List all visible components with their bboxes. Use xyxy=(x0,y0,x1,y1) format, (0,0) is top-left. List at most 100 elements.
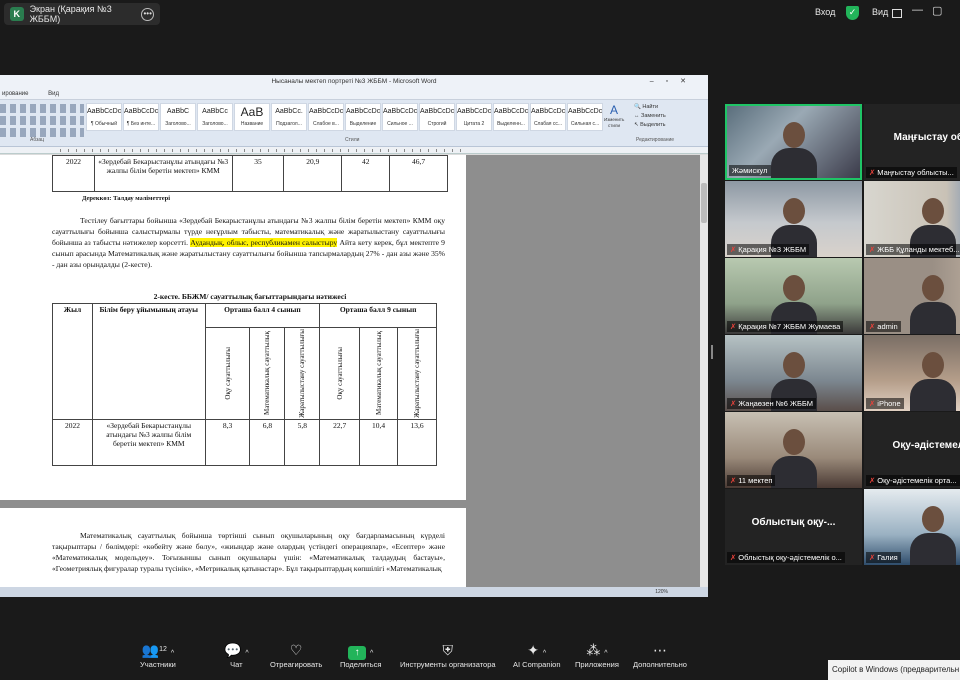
participant-name: Қарақия №3 ЖББМ xyxy=(738,245,807,254)
share-button[interactable]: ↑ ^ Поделиться xyxy=(340,640,381,669)
find-button[interactable]: 🔍 Найти xyxy=(634,103,666,112)
word-ribbon: AaBbCcDc ¶ Обычный AaBbCcDc ¶ Без инте... Aa… xyxy=(0,100,708,147)
more-dots-icon[interactable]: ••• xyxy=(141,7,155,21)
style-option[interactable]: AaBbCc Заголово... xyxy=(197,103,233,131)
heart-icon: ♡ xyxy=(289,642,303,658)
apps-button[interactable]: ⁂ ^ Приложения xyxy=(575,640,619,669)
participant-name-tag: ✗ Жаңаөзен №6 ЖББМ xyxy=(727,398,817,409)
enter-button[interactable]: Вход xyxy=(815,7,835,17)
paragraph-1: Тестілеу бағыттары бойынша «Зердебай Бек… xyxy=(52,216,445,269)
style-sample: AaBbCcDc xyxy=(531,108,566,115)
style-option[interactable]: AaBbCcDc Цитата 2 xyxy=(456,103,492,131)
word-window-controls[interactable]: –▫✕ xyxy=(650,75,698,89)
style-option[interactable]: AaBbCcDc ¶ Без инте... xyxy=(123,103,159,131)
vertical-scrollbar[interactable] xyxy=(700,155,708,587)
styles-gallery: AaBbCcDc ¶ Обычный AaBbCcDc ¶ Без инте... Aa… xyxy=(86,103,604,131)
style-option[interactable]: AaBbCcDc Сильное ... xyxy=(382,103,418,131)
person-body xyxy=(909,533,956,565)
maximize-icon[interactable]: ▢ xyxy=(932,4,942,17)
ai-companion-button[interactable]: ✦ ^ AI Companion xyxy=(513,640,561,669)
change-styles-button[interactable]: A Изменить стили xyxy=(604,103,624,131)
participant-tile[interactable]: ✗ Жаңаөзен №6 ЖББМ xyxy=(725,335,862,411)
participant-tile[interactable]: ✗ admin xyxy=(864,258,960,334)
participant-name-tag: ✗ iPhone xyxy=(866,398,904,409)
style-name: Слабая сс... xyxy=(533,121,563,127)
participant-tile[interactable]: Жәмискул xyxy=(725,104,862,180)
style-option[interactable]: AaBbCcDc Сильная с... xyxy=(567,103,603,131)
host-tools-button[interactable]: ⛨ Инструменты организатора xyxy=(400,640,496,669)
style-option[interactable]: AaBbC Заголово... xyxy=(160,103,196,131)
style-sample: AaBbCcDc xyxy=(87,108,122,115)
style-name: Заголово... xyxy=(165,121,191,127)
participants-button[interactable]: 👥12 ^ Участники xyxy=(140,640,176,669)
style-option[interactable]: AaB Название xyxy=(234,103,270,131)
muted-mic-icon: ✗ xyxy=(869,168,876,177)
style-option[interactable]: AaBbCcDc Слабая сс... xyxy=(530,103,566,131)
minimize-icon[interactable]: — xyxy=(912,4,923,16)
style-name: Подзагол... xyxy=(276,121,302,127)
screen-share-indicator[interactable]: K Экран (Қарақия №3 ЖББМ) ••• xyxy=(4,3,160,25)
person-body xyxy=(770,456,817,488)
participant-name-tag: ✗ 11 мектеп xyxy=(727,475,776,486)
select-button[interactable]: ↖ Выделить xyxy=(634,121,666,130)
table1-school: «Зердебай Бекарыстанұлы атындағы №3 жалп… xyxy=(93,155,233,192)
panel-resize-handle[interactable] xyxy=(711,345,713,359)
scroll-thumb[interactable] xyxy=(701,183,707,223)
person-head xyxy=(782,274,805,301)
person-head xyxy=(921,197,944,224)
apps-icon: ⁂ ^ xyxy=(586,642,608,658)
style-option[interactable]: AaBbCcDc Строгий xyxy=(419,103,455,131)
person-body xyxy=(909,302,956,334)
style-option[interactable]: AaBbCcDc Выделенн... xyxy=(493,103,529,131)
person-head xyxy=(921,274,944,301)
participant-tile[interactable]: Облыстық оқу-... ✗ Облыстық оқу-әдістемелі… xyxy=(725,489,862,565)
word-ribbon-tabs: ированиe Вид xyxy=(0,89,708,100)
style-sample: AaBbCcDc xyxy=(383,108,418,115)
style-name: Цитата 2 xyxy=(463,121,485,127)
document-page-2: Математикалық сауаттылық бойынша төртінш… xyxy=(0,508,466,587)
style-name: Выделенн... xyxy=(497,121,525,127)
view-button[interactable]: Вид xyxy=(872,7,888,17)
style-option[interactable]: AaBbCc. Подзагол... xyxy=(271,103,307,131)
participant-tile[interactable]: ✗ ЖББ Құланды мектеб... xyxy=(864,181,960,257)
participant-tile[interactable]: ✗ 11 мектеп xyxy=(725,412,862,488)
participant-name-tag: ✗ Облыстық оқу-әдістемелік о... xyxy=(727,552,845,563)
participant-name: Қарақия №7 ЖББМ Жумаева xyxy=(738,322,841,331)
style-name: Сильное ... xyxy=(387,121,413,127)
style-sample: AaBbCcDc xyxy=(457,108,492,115)
participant-name-tag: ✗ ЖББ Құланды мектеб... xyxy=(866,244,960,255)
participant-name: admin xyxy=(877,322,898,331)
person-body xyxy=(909,379,956,411)
participant-tile[interactable]: ✗ iPhone xyxy=(864,335,960,411)
style-option[interactable]: AaBbCcDc Слабое в... xyxy=(308,103,344,131)
zoom-level[interactable]: 120% xyxy=(655,589,668,595)
document-page: 2022 «Зердебай Бекарыстанұлы атындағы №3… xyxy=(0,155,466,500)
person-head xyxy=(782,351,805,378)
table2-subheader: Математикалық сауаттылық xyxy=(359,327,399,420)
participant-tile[interactable]: ✗ Галия xyxy=(864,489,960,565)
participant-name: Облыстық оқу-әдістемелік о... xyxy=(738,553,842,562)
muted-mic-icon: ✗ xyxy=(730,322,737,331)
tab-view[interactable]: Вид xyxy=(48,91,59,97)
table2-header-year: Жыл xyxy=(52,303,93,420)
tab-review[interactable]: ированиe xyxy=(2,91,28,97)
style-option[interactable]: AaBbCcDc Выделение xyxy=(345,103,381,131)
table2-subheader: Оқу сауаттылығы xyxy=(319,327,361,420)
chat-button[interactable]: 💬 ^ Чат xyxy=(224,640,249,669)
style-option[interactable]: AaBbCcDc ¶ Обычный xyxy=(86,103,122,131)
style-sample: AaBbC xyxy=(166,108,190,115)
participant-tile[interactable]: Маңғыстау об... ✗Маңғыстау облысты... xyxy=(864,104,960,180)
horizontal-ruler[interactable] xyxy=(0,147,708,154)
participant-name: Оқу-әдістемелік орта... xyxy=(877,476,957,485)
participant-tile[interactable]: Оқу-әдістемел... ✗Оқу-әдістемелік орта... xyxy=(864,412,960,488)
participant-tile[interactable]: ✗ Қарақия №3 ЖББМ xyxy=(725,181,862,257)
replace-button[interactable]: ↔ Заменить xyxy=(634,112,666,121)
view-grid-icon[interactable] xyxy=(892,9,902,18)
participant-tile[interactable]: ✗ Қарақия №7 ЖББМ Жумаева xyxy=(725,258,862,334)
style-name: Выделение xyxy=(349,121,377,127)
security-shield-icon[interactable]: ✓ xyxy=(846,6,859,20)
table2-cell: 10,4 xyxy=(359,418,399,466)
participant-name-tag: ✗ Қарақия №3 ЖББМ xyxy=(727,244,810,255)
react-button[interactable]: ♡ Отреагировать xyxy=(270,640,322,669)
more-button[interactable]: ⋯ Дополнительно xyxy=(633,640,687,669)
